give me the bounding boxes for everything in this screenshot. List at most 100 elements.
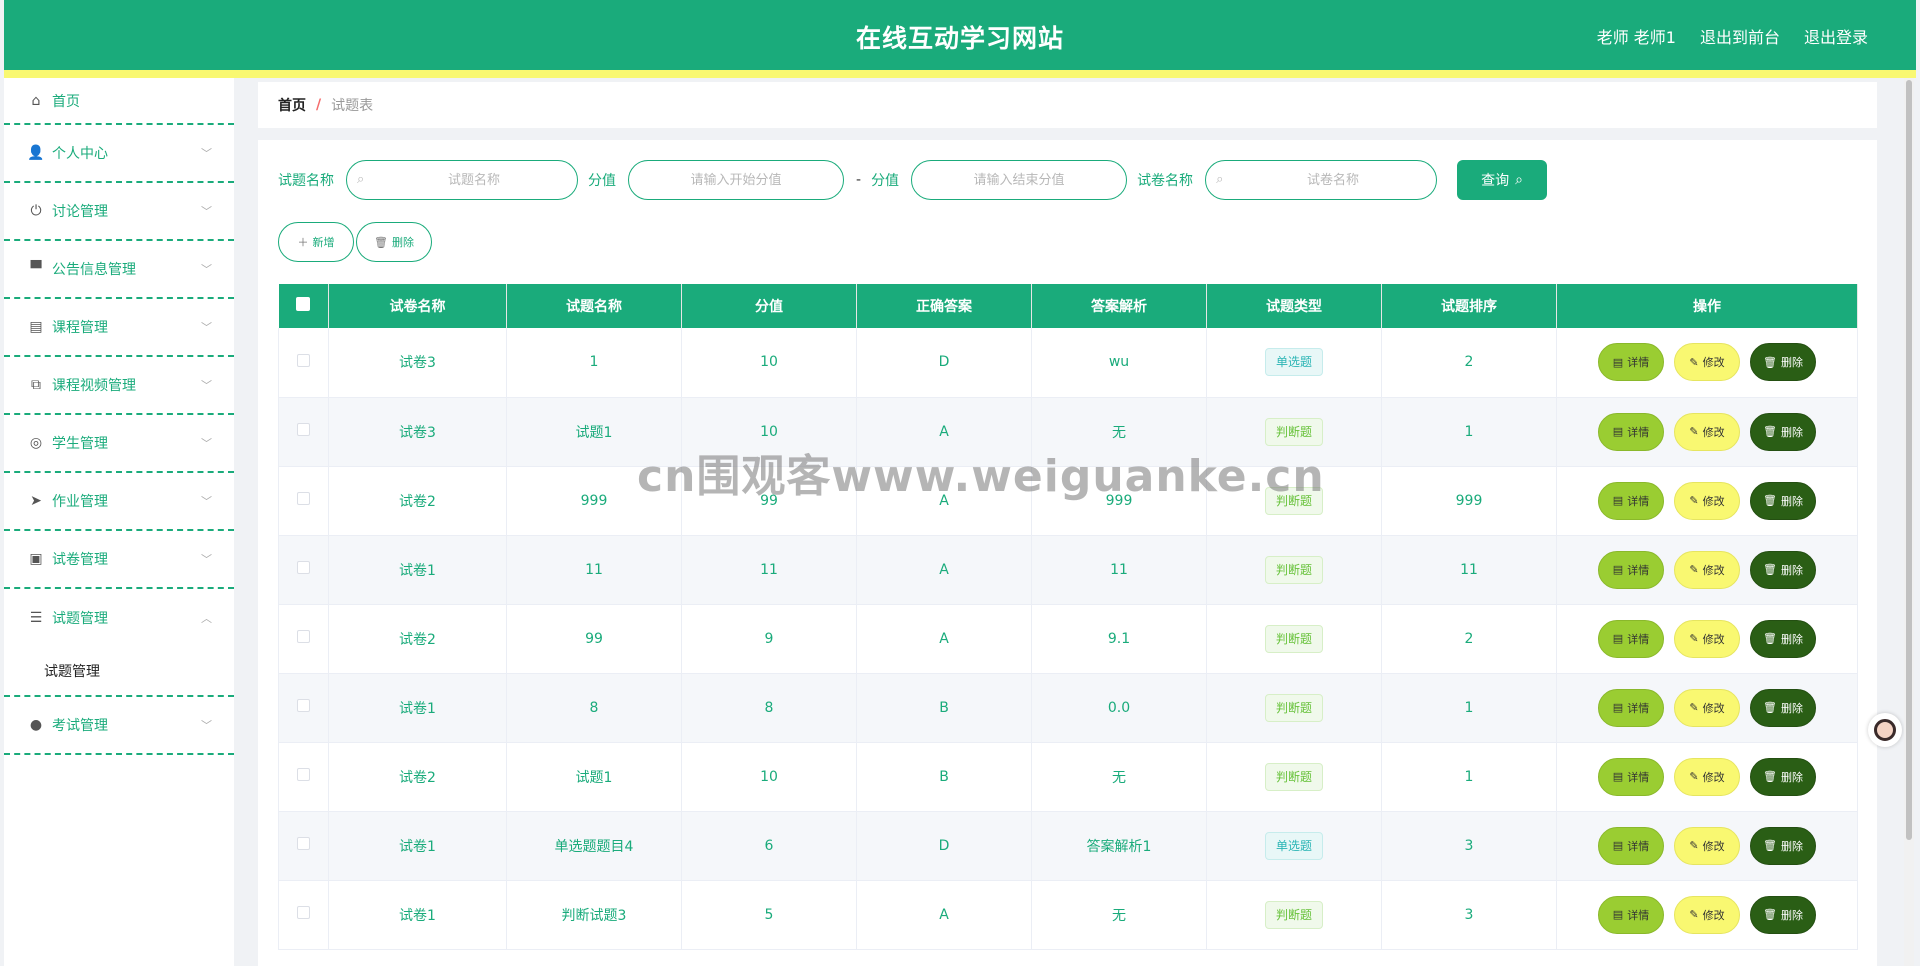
- table-row: 试卷1 判断试题3 5 A 无 判断题 3 ▤ 详情 ✎ 修改 🗑 删除: [278, 880, 1858, 950]
- sidebar-subitem-question-mgmt[interactable]: 试题管理: [4, 647, 234, 697]
- delete-button[interactable]: 🗑 删除: [1750, 757, 1816, 796]
- sidebar-item-2[interactable]: ⏻ 讨论管理 ﹀: [4, 183, 234, 241]
- sidebar-item-7[interactable]: ➤ 作业管理 ﹀: [4, 473, 234, 531]
- edit-button[interactable]: ✎ 修改: [1674, 619, 1740, 658]
- pencil-icon: ✎: [1689, 494, 1699, 507]
- edit-button[interactable]: ✎ 修改: [1674, 688, 1740, 727]
- edit-button[interactable]: ✎ 修改: [1674, 412, 1740, 451]
- scrollbar-thumb[interactable]: [1906, 80, 1912, 840]
- page-scrollbar[interactable]: [1904, 78, 1914, 966]
- edit-button[interactable]: ✎ 修改: [1674, 757, 1740, 796]
- sidebar-item-0[interactable]: ⌂ 首页: [4, 78, 234, 125]
- home-icon: ⌂: [31, 92, 41, 109]
- detail-button-label: 详情: [1627, 356, 1650, 370]
- edit-button[interactable]: ✎ 修改: [1674, 481, 1740, 520]
- score-start-label: 分值: [588, 173, 616, 189]
- breadcrumb-home[interactable]: 首页: [278, 95, 306, 115]
- assistant-avatar[interactable]: [1868, 713, 1902, 747]
- detail-button[interactable]: ▤ 详情: [1598, 550, 1664, 589]
- select-all-checkbox[interactable]: [296, 297, 311, 311]
- delete-button[interactable]: 🗑 删除: [1750, 688, 1816, 727]
- edit-button[interactable]: ✎ 修改: [1674, 550, 1740, 589]
- row-checkbox[interactable]: [297, 492, 310, 505]
- cell-answer: A: [856, 604, 1032, 674]
- detail-button[interactable]: ▤ 详情: [1598, 688, 1664, 727]
- sidebar-item-label: 讨论管理: [52, 204, 108, 220]
- row-checkbox[interactable]: [297, 837, 310, 850]
- row-select-cell: [278, 673, 329, 743]
- detail-button[interactable]: ▤ 详情: [1598, 826, 1664, 865]
- delete-button[interactable]: 🗑 删除: [1750, 343, 1816, 382]
- question-name-label: 试题名称: [278, 173, 334, 189]
- table-row: 试卷1 8 8 B 0.0 判断题 1 ▤ 详情 ✎ 修改 🗑 删除: [278, 673, 1858, 743]
- logout-link[interactable]: 退出登录: [1804, 24, 1868, 48]
- detail-button[interactable]: ▤ 详情: [1598, 619, 1664, 658]
- cell-order: 3: [1381, 880, 1557, 950]
- sidebar-item-3[interactable]: ▀ 公告信息管理 ﹀: [4, 241, 234, 299]
- question-name-input[interactable]: [347, 161, 577, 199]
- sidebar-item-8[interactable]: ▣ 试卷管理 ﹀: [4, 531, 234, 589]
- sidebar-item-10[interactable]: ● 考试管理 ﹀: [4, 697, 234, 755]
- paper-name-input[interactable]: [1206, 161, 1437, 199]
- detail-button[interactable]: ▤ 详情: [1598, 412, 1664, 451]
- query-button[interactable]: 查询 ⌕: [1457, 160, 1548, 200]
- exit-to-front-link[interactable]: 退出到前台: [1700, 24, 1780, 48]
- trash-icon: 🗑: [1763, 494, 1777, 507]
- edit-button[interactable]: ✎ 修改: [1674, 826, 1740, 865]
- cell-analysis: 无: [1031, 397, 1207, 467]
- sidebar-item-4[interactable]: ▤ 课程管理 ﹀: [4, 299, 234, 357]
- detail-button-label: 详情: [1627, 770, 1650, 784]
- add-button[interactable]: ＋ 新增: [278, 222, 354, 262]
- row-checkbox[interactable]: [297, 699, 310, 712]
- score-start-input[interactable]: [629, 161, 843, 199]
- delete-button[interactable]: 🗑 删除: [1750, 481, 1816, 520]
- delete-button[interactable]: 🗑 删除: [1750, 412, 1816, 451]
- sidebar-item-label: 试题管理: [52, 611, 108, 627]
- row-checkbox[interactable]: [297, 423, 310, 436]
- edit-button[interactable]: ✎ 修改: [1674, 895, 1740, 934]
- cell-ops: ▤ 详情 ✎ 修改 🗑 删除: [1556, 604, 1858, 674]
- row-checkbox[interactable]: [297, 561, 310, 574]
- doc-icon: ▤: [1612, 908, 1624, 921]
- delete-button[interactable]: 🗑 删除: [1750, 550, 1816, 589]
- chevron-down-icon: ﹀: [201, 147, 212, 160]
- row-checkbox[interactable]: [297, 630, 310, 643]
- detail-button[interactable]: ▤ 详情: [1598, 757, 1664, 796]
- table-row: 试卷1 单选题题目4 6 D 答案解析1 单选题 3 ▤ 详情 ✎ 修改 🗑 删除: [278, 811, 1858, 881]
- trash-icon: 🗑: [1763, 839, 1777, 852]
- batch-delete-button-label: 删除: [391, 236, 414, 249]
- main-content: 试题名称 ⌕ 分值 - 分值 试卷名称 ⌕ 查询 ⌕ ＋ 新增 🗑 删: [258, 140, 1877, 966]
- detail-button[interactable]: ▤ 详情: [1598, 481, 1664, 520]
- sidebar-item-1[interactable]: 👤 个人中心 ﹀: [4, 125, 234, 183]
- pencil-icon: ✎: [1689, 908, 1699, 921]
- detail-button-label: 详情: [1627, 425, 1650, 439]
- current-user[interactable]: 老师 老师1: [1597, 24, 1676, 48]
- doc-icon: ▤: [1612, 563, 1624, 576]
- doc-icon: ▤: [1612, 425, 1624, 438]
- batch-delete-button[interactable]: 🗑 删除: [356, 222, 432, 262]
- row-checkbox[interactable]: [297, 353, 310, 367]
- cell-analysis: 0.0: [1031, 673, 1207, 743]
- delete-button[interactable]: 🗑 删除: [1750, 895, 1816, 934]
- cell-type: 判断题: [1206, 466, 1382, 536]
- sidebar-item-6[interactable]: ◎ 学生管理 ﹀: [4, 415, 234, 473]
- doc-icon: ▤: [1612, 494, 1624, 507]
- row-checkbox[interactable]: [297, 906, 310, 919]
- detail-button[interactable]: ▤ 详情: [1598, 343, 1664, 382]
- cell-score: 10: [681, 742, 857, 812]
- pencil-icon: ✎: [1689, 770, 1699, 783]
- question-type-tag: 判断题: [1264, 555, 1323, 584]
- sidebar-item-9[interactable]: ☰ 试题管理 ︿: [4, 589, 234, 647]
- doc-icon: ▤: [1612, 355, 1624, 369]
- range-dash: -: [856, 172, 862, 188]
- breadcrumb: 首页 / 试题表: [258, 82, 1877, 128]
- delete-button[interactable]: 🗑 删除: [1750, 826, 1816, 865]
- sidebar-item-5[interactable]: ⧉ 课程视频管理 ﹀: [4, 357, 234, 415]
- row-select-cell: [278, 880, 329, 950]
- row-checkbox[interactable]: [297, 768, 310, 781]
- delete-button[interactable]: 🗑 删除: [1750, 619, 1816, 658]
- edit-button[interactable]: ✎ 修改: [1674, 343, 1740, 382]
- chevron-down-icon: ﹀: [201, 495, 212, 508]
- detail-button[interactable]: ▤ 详情: [1598, 895, 1664, 934]
- score-end-input[interactable]: [912, 161, 1127, 199]
